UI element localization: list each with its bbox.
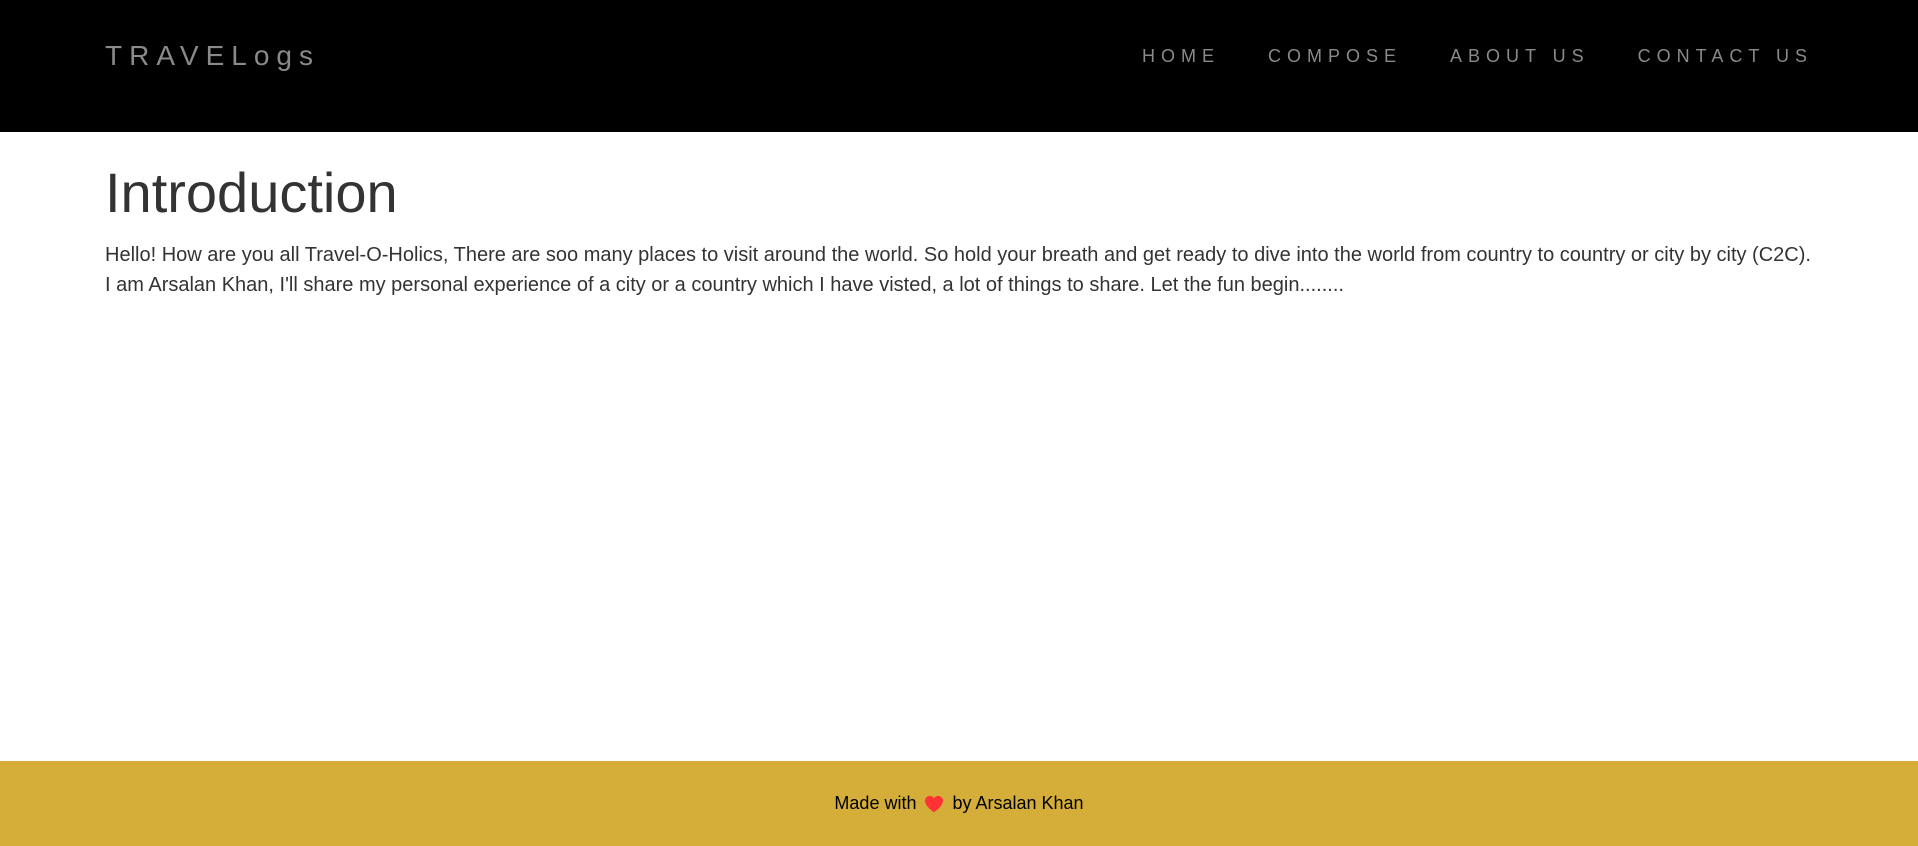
main-content: Introduction Hello! How are you all Trav… [105,160,1813,300]
footer-suffix: by Arsalan Khan [952,793,1084,813]
nav-link-contact-us[interactable]: CONTACT US [1638,46,1813,66]
nav-link-compose[interactable]: COMPOSE [1268,46,1402,66]
nav-item-compose: COMPOSE [1268,44,1402,68]
nav-item-home: HOME [1142,44,1220,68]
page-title: Introduction [105,161,398,224]
intro-paragraph: Hello! How are you all Travel-O-Holics, … [105,244,1811,296]
heart-icon [925,795,944,812]
footer: Made with by Arsalan Khan [0,761,1918,846]
brand-logo-link[interactable]: TRAVELogs [105,38,320,74]
nav-item-contact-us: CONTACT US [1638,44,1813,68]
nav-links: HOME COMPOSE ABOUT US CONTACT US [1094,44,1813,68]
nav-link-about-us[interactable]: ABOUT US [1450,46,1590,66]
navbar: TRAVELogs HOME COMPOSE ABOUT US CONTACT … [0,0,1918,132]
footer-prefix: Made with [834,793,917,813]
nav-link-home[interactable]: HOME [1142,46,1220,66]
nav-item-about-us: ABOUT US [1450,44,1590,68]
